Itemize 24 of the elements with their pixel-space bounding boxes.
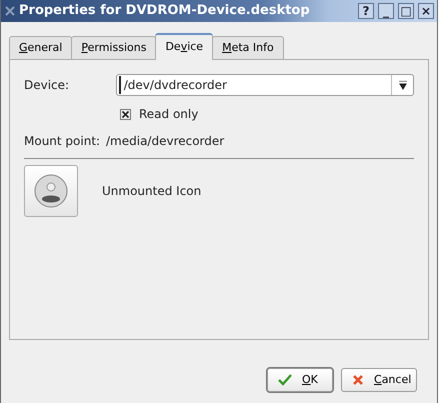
dropdown-arrow-icon bbox=[398, 80, 406, 90]
mount-point-value: /media/devrecorder bbox=[106, 133, 224, 150]
tab[interactable]: Device bbox=[155, 33, 214, 60]
checkmark-icon bbox=[278, 374, 292, 386]
cancel-icon bbox=[352, 374, 364, 386]
ok-button[interactable]: OK bbox=[267, 368, 333, 392]
cancel-button[interactable]: Cancel bbox=[341, 368, 417, 392]
device-combo-field[interactable]: /dev/dvdrecorder bbox=[116, 74, 414, 96]
tab[interactable]: Meta Info bbox=[212, 36, 284, 59]
icon-button[interactable] bbox=[24, 165, 78, 217]
tab[interactable]: General bbox=[9, 36, 72, 59]
window-title: Properties for DVDROM-Device.desktop bbox=[19, 2, 310, 20]
close-icon bbox=[4, 5, 16, 17]
window-control-button[interactable]: _ bbox=[378, 3, 394, 19]
checkbox-label: Read only bbox=[139, 106, 198, 123]
dvd-disc-icon bbox=[33, 173, 69, 209]
field-label: Device: bbox=[24, 77, 70, 94]
read-only-checkbox[interactable] bbox=[120, 108, 131, 120]
window-control-button[interactable]: × bbox=[418, 3, 434, 19]
window-control-button[interactable]: ? bbox=[358, 3, 374, 19]
tab[interactable]: Permissions bbox=[71, 36, 156, 59]
icon-label: Unmounted Icon bbox=[102, 183, 202, 200]
field-label: Mount point: bbox=[24, 133, 102, 150]
window-control-button[interactable]: □ bbox=[398, 3, 414, 19]
